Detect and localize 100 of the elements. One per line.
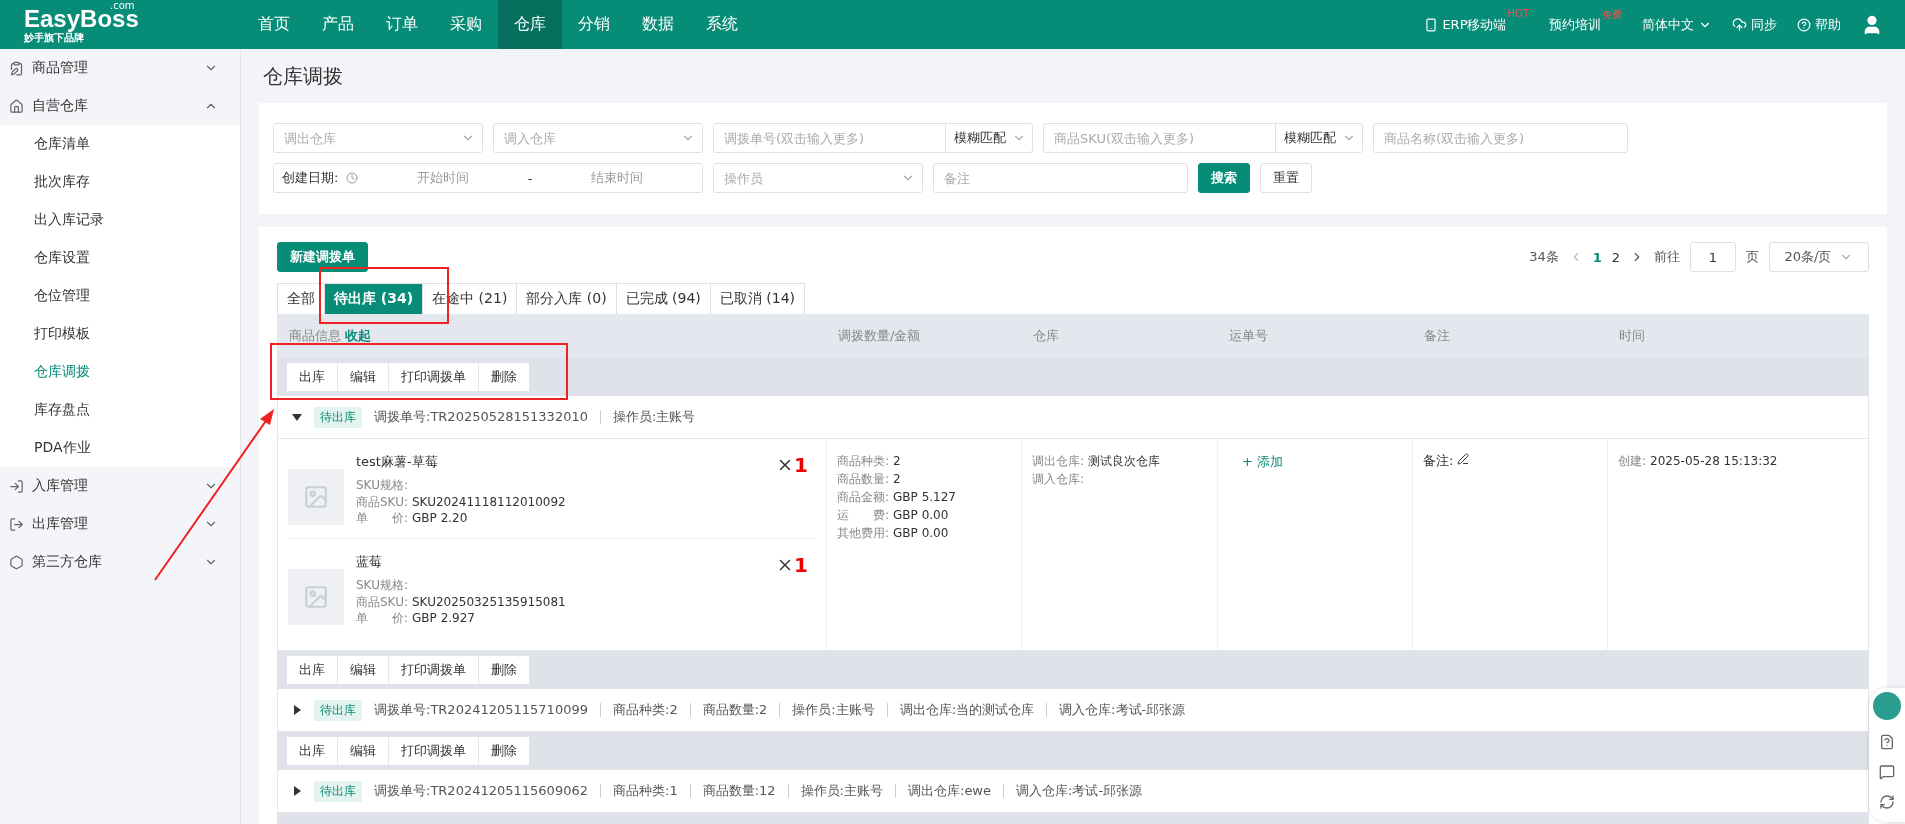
select-field[interactable]: 调出仓库: [273, 123, 483, 153]
sidebar-group[interactable]: 商品管理: [0, 49, 240, 87]
status-tab[interactable]: 已取消 (14): [709, 283, 806, 314]
page-size-select[interactable]: 20条/页: [1769, 242, 1869, 272]
nav-item[interactable]: 分销: [562, 0, 626, 49]
sidebar-group[interactable]: 第三方仓库: [0, 543, 240, 581]
caret-right-icon[interactable]: [292, 705, 302, 715]
status-tab[interactable]: 待出库 (34): [324, 283, 424, 314]
date-range-field[interactable]: 创建日期: 开始时间 - 结束时间: [273, 163, 703, 193]
order-field: 调拨单号:TR20250528151332010: [374, 408, 588, 426]
field-value: 2025-05-28 15:13:32: [1650, 453, 1778, 469]
sidebar-item[interactable]: 批次库存: [0, 163, 240, 201]
sidebar-item[interactable]: 库存盘点: [0, 391, 240, 429]
select-field[interactable]: 操作员: [713, 163, 923, 193]
nav-item[interactable]: 仓库: [498, 0, 562, 49]
action-button[interactable]: 编辑: [338, 363, 389, 391]
order-field: 调出仓库:当的测试仓库: [899, 701, 1035, 719]
training-link[interactable]: 预约培训: [1549, 15, 1601, 34]
column-header: 时间: [1619, 327, 1645, 345]
language-select[interactable]: 简体中文: [1642, 15, 1712, 34]
avatar[interactable]: [1873, 692, 1901, 720]
action-button[interactable]: 出库: [287, 737, 338, 765]
reset-button[interactable]: 重置: [1260, 163, 1312, 193]
spec-label: SKU规格:: [356, 577, 409, 594]
action-button[interactable]: 删除: [479, 656, 530, 684]
column-header: 备注: [1424, 327, 1450, 345]
chat-icon[interactable]: [1879, 764, 1895, 780]
field-label: 其他费用:: [837, 525, 890, 541]
search-field[interactable]: 调拨单号(双击输入更多) 模糊匹配: [713, 123, 1033, 153]
sidebar-item[interactable]: 仓库清单: [0, 125, 240, 163]
sidebar-item[interactable]: 仓库设置: [0, 239, 240, 277]
total-count: 34条: [1529, 248, 1559, 266]
nav-item[interactable]: 产品: [306, 0, 370, 49]
select-field[interactable]: 调入仓库: [493, 123, 703, 153]
action-button[interactable]: 打印调拨单: [389, 656, 479, 684]
pencil-icon[interactable]: [1457, 453, 1470, 465]
sidebar-item[interactable]: 打印模板: [0, 315, 240, 353]
order-field: 操作员:主账号: [792, 701, 875, 719]
action-button[interactable]: 打印调拨单: [389, 737, 479, 765]
page-input[interactable]: 1: [1690, 242, 1736, 272]
page-number[interactable]: 1: [1592, 249, 1602, 265]
hexagon-icon: [9, 554, 24, 570]
help-link[interactable]: 帮助: [1797, 15, 1841, 34]
search-field[interactable]: 商品SKU(双击输入更多) 模糊匹配: [1043, 123, 1363, 153]
caret-right-icon[interactable]: [292, 786, 302, 796]
search-button[interactable]: 搜索: [1198, 163, 1250, 193]
field-value: 2: [893, 471, 901, 487]
sidebar-item[interactable]: 仓库调拨: [0, 353, 240, 391]
column-header: 运单号: [1229, 327, 1268, 345]
sidebar-item[interactable]: PDA作业: [0, 429, 240, 467]
action-button[interactable]: 删除: [479, 737, 530, 765]
input-field[interactable]: 备注: [933, 163, 1188, 193]
field-label: 商品数量:: [837, 471, 890, 487]
status-tab[interactable]: 全部: [277, 283, 325, 314]
match-select[interactable]: 模糊匹配: [1275, 124, 1362, 152]
action-button[interactable]: 出库: [287, 656, 338, 684]
spec-label: SKU规格:: [356, 477, 409, 494]
action-button[interactable]: 出库: [287, 363, 338, 391]
sidebar-item[interactable]: 仓位管理: [0, 277, 240, 315]
input-field[interactable]: 商品名称(双击输入更多): [1373, 123, 1628, 153]
order-field: 调拨单号:TR20241205115710099: [374, 701, 588, 719]
sidebar-group[interactable]: 出库管理: [0, 505, 240, 543]
sync-link[interactable]: 同步: [1732, 15, 1777, 34]
action-button[interactable]: 编辑: [338, 737, 389, 765]
help-document-icon[interactable]: [1879, 734, 1895, 750]
match-select[interactable]: 模糊匹配: [945, 124, 1032, 152]
action-button[interactable]: 删除: [479, 363, 530, 391]
nav-item[interactable]: 采购: [434, 0, 498, 49]
column-header: 调拨数量/金额: [838, 327, 921, 345]
order-field: 调入仓库:考试-邱张源: [1016, 782, 1143, 800]
add-link[interactable]: + 添加: [1228, 453, 1402, 471]
image-placeholder: [288, 569, 344, 625]
caret-down-icon[interactable]: [292, 412, 302, 422]
field-value: GBP 5.127: [893, 489, 956, 505]
column-header: 商品信息: [289, 327, 341, 345]
note-label: 备注:: [1423, 453, 1454, 469]
page-number[interactable]: 2: [1611, 249, 1620, 265]
product-name: test麻薯-草莓: [356, 453, 439, 471]
clock-icon: [346, 172, 359, 184]
nav-item[interactable]: 系统: [690, 0, 754, 49]
logo-tagline: 妙手旗下品牌: [24, 32, 84, 43]
field-value: GBP 2.927: [412, 610, 475, 626]
refresh-icon[interactable]: [1879, 794, 1895, 810]
nav-item[interactable]: 订单: [370, 0, 434, 49]
quantity: 1: [794, 553, 808, 577]
free-label: 免费: [1602, 7, 1622, 22]
sidebar-group[interactable]: 入库管理: [0, 467, 240, 505]
cloud-icon: [1732, 17, 1747, 32]
nav-item[interactable]: 数据: [626, 0, 690, 49]
action-button[interactable]: 编辑: [338, 656, 389, 684]
new-transfer-button[interactable]: 新建调拨单: [277, 242, 368, 272]
clipboard-icon: [9, 60, 24, 76]
login-icon: [9, 478, 24, 494]
mobile-app-link[interactable]: ERP移动端: [1424, 15, 1507, 34]
goto-label: 前往: [1654, 248, 1680, 266]
sidebar-group[interactable]: 自营仓库: [0, 87, 240, 125]
logo-domain: .com: [110, 0, 135, 11]
action-button[interactable]: 打印调拨单: [389, 363, 479, 391]
sidebar-item[interactable]: 出入库记录: [0, 201, 240, 239]
nav-item[interactable]: 首页: [242, 0, 306, 49]
